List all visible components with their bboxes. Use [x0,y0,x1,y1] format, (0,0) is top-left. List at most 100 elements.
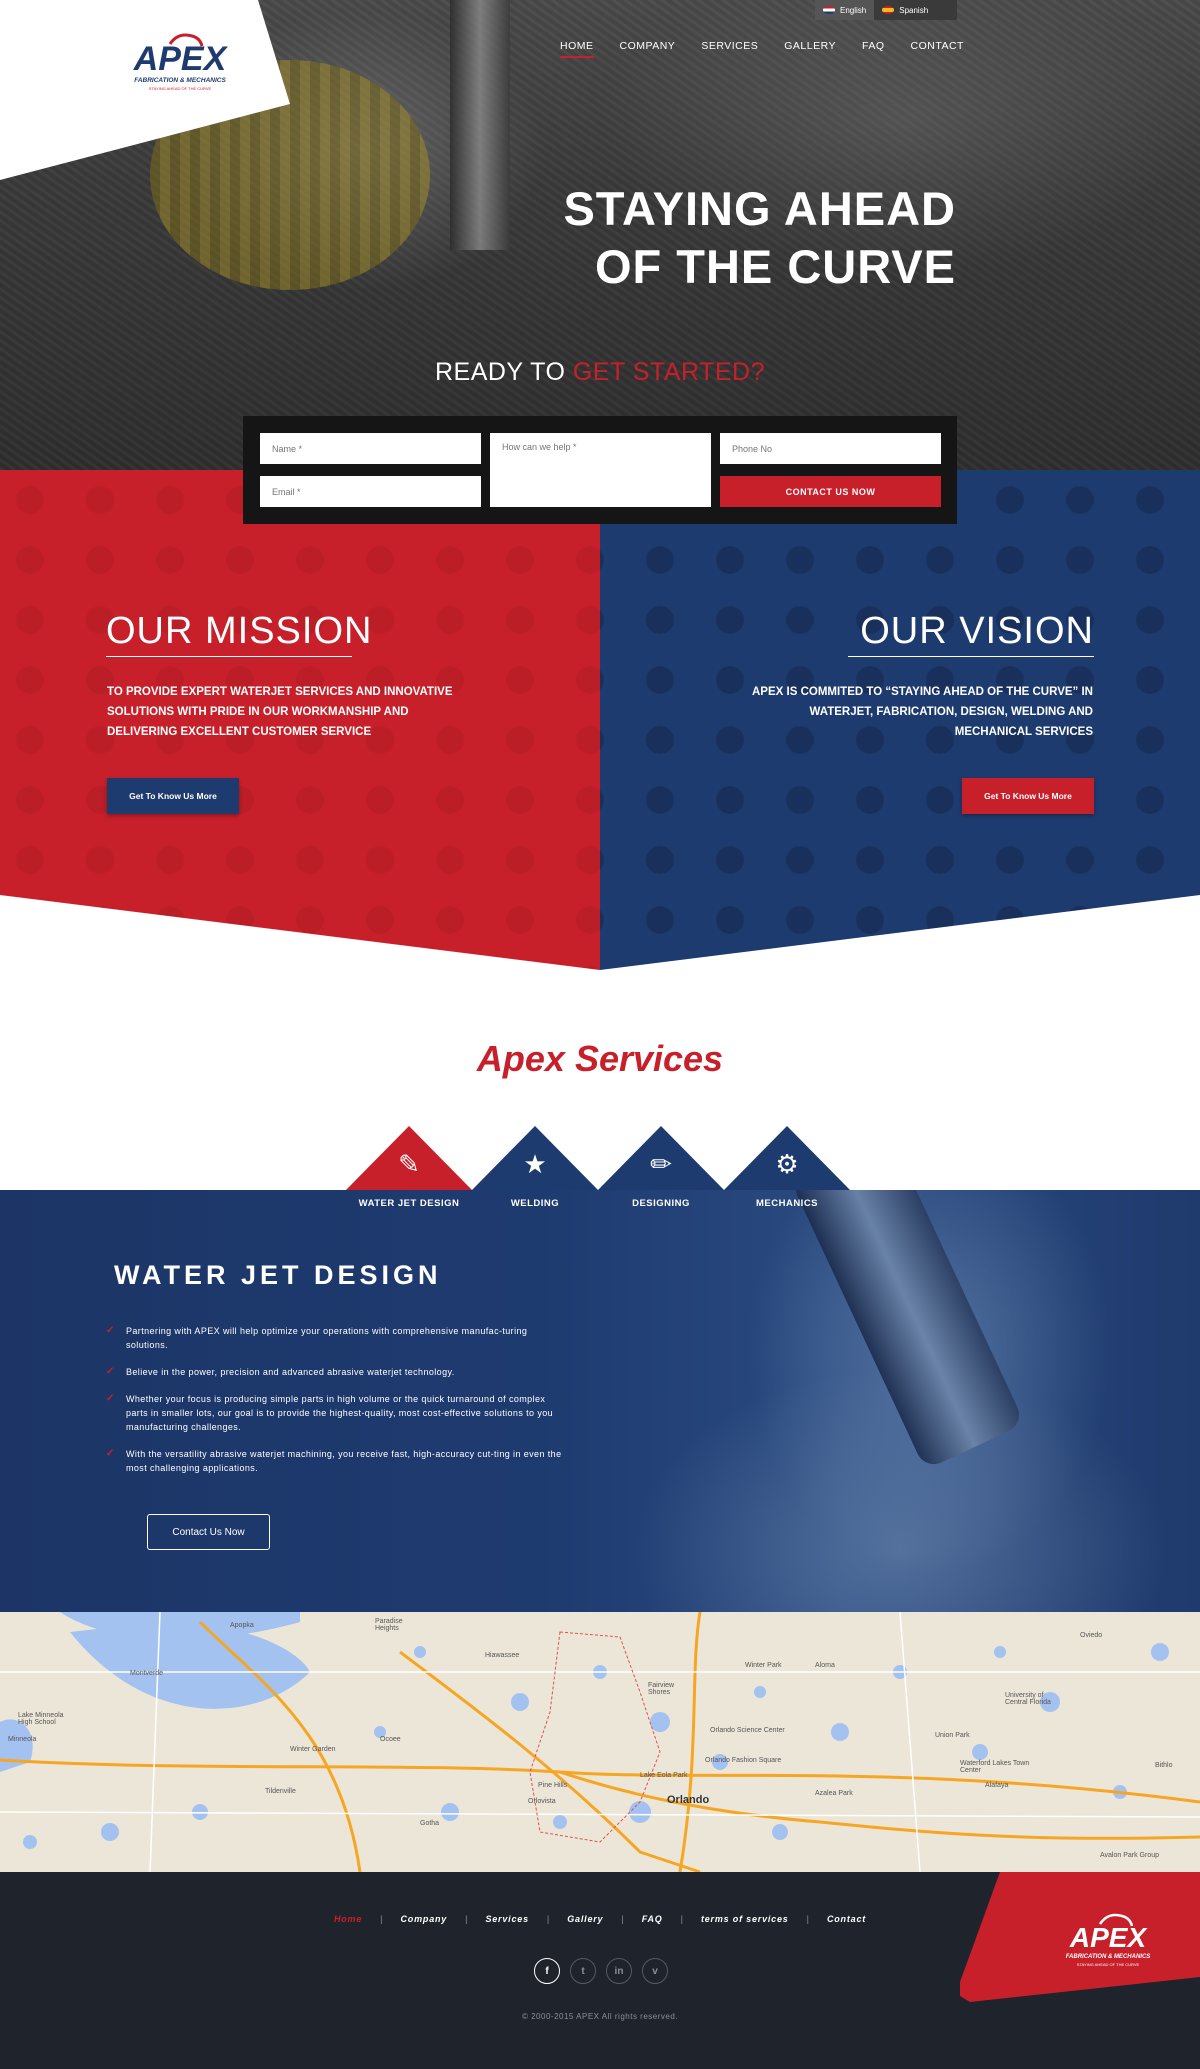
map-label-orlando: Orlando [667,1794,710,1806]
footer-link-faq[interactable]: FAQ [624,1914,681,1924]
hero-background-nozzle [450,0,510,250]
service-feature-list: ✓ Partnering with APEX will help optimize… [106,1324,566,1488]
nav-contact[interactable]: CONTACT [911,40,964,58]
map-label: Minneola [8,1736,37,1743]
list-item: ✓ Partnering with APEX will help optimize… [106,1325,528,1350]
phone-field[interactable] [720,433,941,464]
email-field[interactable] [260,476,481,507]
copyright: © 2000-2015 APEX All rights reserved. [521,2012,679,2021]
map-label: Lake Eola Park [640,1772,688,1779]
social-links: f t in v [534,1958,668,1984]
map-graphic [0,1612,1200,1872]
footer-link-services[interactable]: Services [467,1914,546,1924]
map-label: Winter Garden [290,1746,336,1753]
contact-submit-button[interactable]: CONTACT US NOW [720,476,941,507]
map-label: Waterford Lakes Town Center [960,1760,1030,1774]
hero-title-line2: OF THE CURVE [594,240,956,293]
lang-english[interactable]: English [815,0,875,20]
services-title: Apex Services [476,1038,724,1079]
footer: APEX FABRICATION & MECHANICS STAYING AHE… [0,1872,1200,2069]
twitter-icon[interactable]: t [570,1958,596,1984]
footer-link-company[interactable]: Company [383,1914,466,1924]
cta-highlight: GET STARTED? [572,358,766,386]
map-label: University of Central Florida [1005,1692,1051,1706]
map-label: Pine Hills [538,1782,568,1789]
map-label: Fairview Shores [648,1682,675,1696]
spain-flag-icon [882,6,895,14]
map-label: Union Park [935,1732,970,1739]
footer-link-terms[interactable]: terms of services [683,1914,807,1924]
map-label: Gotha [420,1820,440,1827]
tab-label: DESIGNING [632,1198,690,1209]
footer-link-gallery[interactable]: Gallery [549,1914,621,1924]
nav-company[interactable]: COMPANY [620,40,676,58]
checkmark-icon: ✓ [106,1366,115,1377]
map-label: Winter Park [745,1662,782,1669]
contact-form: CONTACT US NOW [243,416,957,524]
footer-logo[interactable]: APEX FABRICATION & MECHANICS STAYING AHE… [960,1872,1200,2002]
nav-faq[interactable]: FAQ [862,40,885,58]
tab-label: MECHANICS [755,1198,819,1209]
waterjet-icon: ✎ [398,1149,420,1179]
tab-label: WELDING [510,1198,560,1209]
welder-icon: ★ [523,1149,547,1179]
mission-title: OUR MISSION [106,610,373,652]
mission-vision-section: OUR MISSION TO PROVIDE EXPERT WATERJET S… [0,470,1200,970]
logo-tagline: STAYING AHEAD OF THE CURVE [149,86,212,91]
hero-title-line1: STAYING AHEAD [563,182,956,235]
tab-mechanics[interactable]: ⚙ MECHANICS [724,1126,850,1209]
map-label: Apopka [230,1622,254,1629]
cta-prefix: READY TO [434,358,573,386]
service-heading: WATER JET DESIGN [114,1260,442,1290]
message-field[interactable] [490,433,711,507]
location-map[interactable]: Apopka Paradise Heights Montverde Lake M… [0,1612,1200,1872]
map-label: Orlovista [528,1798,556,1805]
map-label: Orlando Science Center [710,1727,785,1734]
nav-home[interactable]: HOME [560,40,594,58]
logo-subtitle: FABRICATION & MECHANICS [134,77,226,84]
facebook-icon[interactable]: f [534,1958,560,1984]
tab-welding[interactable]: ★ WELDING [472,1126,598,1209]
map-label: Orlando Fashion Square [705,1757,782,1764]
tab-designing[interactable]: ✏ DESIGNING [598,1126,724,1209]
list-item: ✓ Whether your focus is producing simple … [106,1393,554,1432]
map-label: Ocoee [380,1736,401,1743]
logo-corner[interactable]: APEX FABRICATION & MECHANICS STAYING AHE… [0,0,290,180]
nav-gallery[interactable]: GALLERY [784,40,836,58]
name-field[interactable] [260,433,481,464]
list-item: ✓ With the versatility abrasive waterjet … [106,1448,562,1473]
checkmark-icon: ✓ [106,1325,115,1336]
linkedin-icon[interactable]: in [606,1958,632,1984]
checkmark-icon: ✓ [106,1448,115,1459]
map-label: Aloma [815,1662,835,1669]
cta-heading: READY TO GET STARTED? [0,358,1200,387]
lang-spanish[interactable]: Spanish [874,0,936,20]
vimeo-icon[interactable]: v [642,1958,668,1984]
wrench-hand-icon: ⚙ [775,1149,799,1179]
vision-title: OUR VISION [860,610,1094,652]
waterjet-tool-image [790,1190,1025,1471]
logo-wordmark: APEX [133,40,229,78]
map-label: Hiawassee [485,1652,520,1659]
list-item: ✓ Believe in the power, precision and adv… [106,1366,455,1377]
language-switcher: English Spanish [815,0,957,20]
tab-water-jet-design[interactable]: ✎ WATER JET DESIGN [346,1126,472,1209]
vision-text: APEX IS COMMITED TO “STAYING AHEAD OF TH… [752,686,1093,738]
services-tabs: ✎ WATER JET DESIGN ★ WELDING ✏ DESIGNING… [346,1126,850,1209]
footer-logo-wordmark: APEX [1069,1922,1149,1953]
map-label: Tildenville [265,1788,296,1795]
footer-link-contact[interactable]: Contact [809,1914,884,1924]
footer-logo-subtitle: FABRICATION & MECHANICS [1066,1954,1151,1960]
mission-learn-more-button[interactable]: Get To Know Us More [107,778,239,814]
map-label: Alafaya [985,1782,1009,1789]
hero-title: STAYING AHEAD OF THE CURVE [520,180,956,296]
lang-spanish-label: Spanish [899,5,929,15]
footer-link-home[interactable]: Home [316,1914,380,1924]
footer-logo-tagline: STAYING AHEAD OF THE CURVE [1077,1962,1140,1967]
contact-us-now-button[interactable]: Contact Us Now [147,1514,270,1550]
nav-services[interactable]: SERVICES [701,40,758,58]
vision-learn-more-button[interactable]: Get To Know Us More [962,778,1094,814]
map-label: Lake Minneola High School [18,1712,64,1726]
pencil-icon: ✏ [650,1149,672,1179]
vision-divider [848,656,1094,657]
